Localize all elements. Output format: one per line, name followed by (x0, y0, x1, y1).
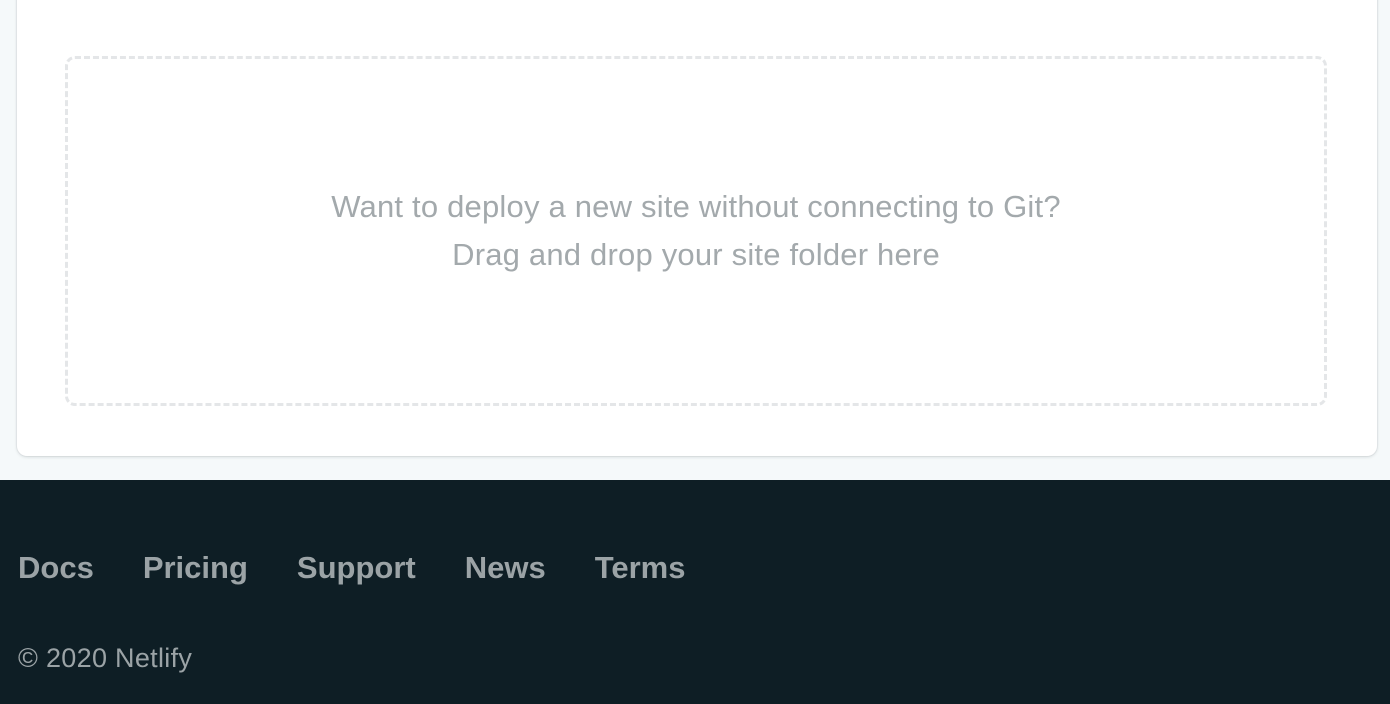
sites-card: Want to deploy a new site without connec… (17, 0, 1377, 456)
site-footer (0, 480, 1390, 704)
footer-link-support[interactable]: Support (297, 548, 416, 588)
footer-link-news[interactable]: News (465, 548, 546, 588)
copyright-notice: © 2020 Netlify (18, 643, 193, 673)
footer-link-terms[interactable]: Terms (595, 548, 686, 588)
footer-link-pricing[interactable]: Pricing (143, 548, 248, 588)
dropzone-instruction: Drag and drop your site folder here (452, 237, 940, 272)
footer-link-docs[interactable]: Docs (18, 548, 94, 588)
footer-nav: Docs Pricing Support News Terms (18, 548, 734, 588)
dropzone-prompt: Want to deploy a new site without connec… (331, 189, 1061, 224)
site-folder-dropzone[interactable]: Want to deploy a new site without connec… (65, 56, 1327, 406)
